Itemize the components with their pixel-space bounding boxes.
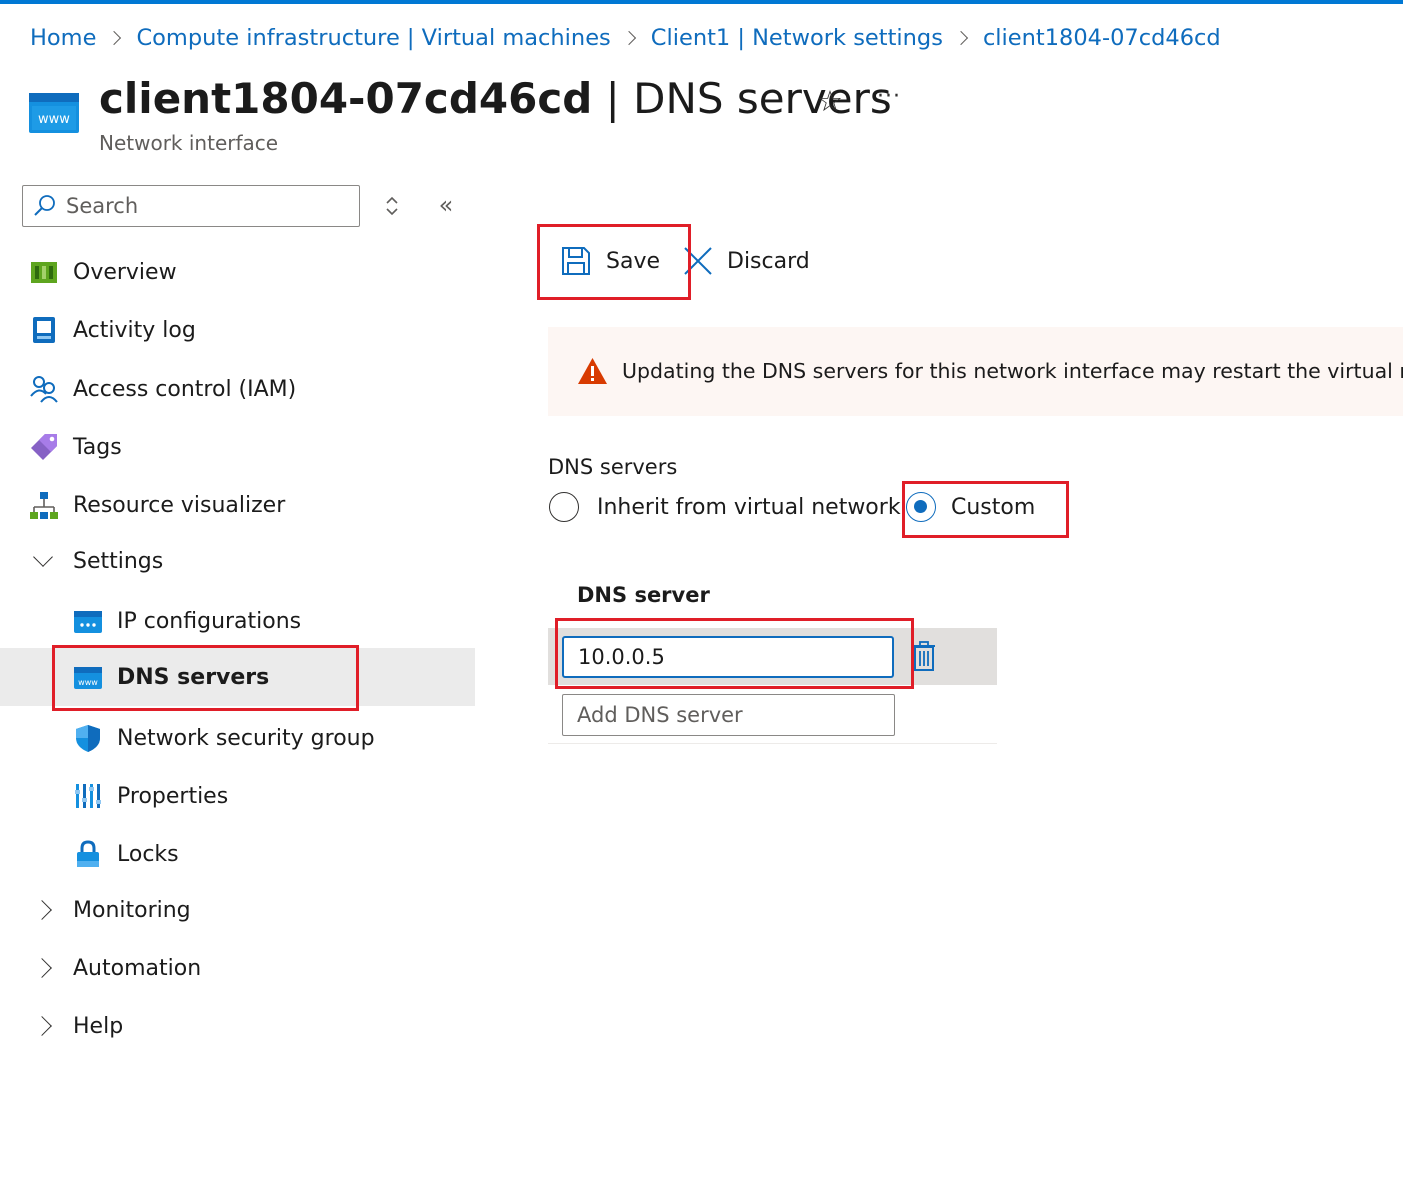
chevron-right-icon xyxy=(30,955,56,981)
sidebar-item-ip-configurations[interactable]: IP configurations xyxy=(0,593,475,649)
chevron-down-icon xyxy=(30,548,56,574)
resource-visualizer-icon xyxy=(30,492,58,519)
lock-icon xyxy=(77,840,99,867)
add-dns-server-input[interactable] xyxy=(562,694,895,736)
sidebar-group-settings[interactable]: Settings xyxy=(0,533,475,589)
breadcrumb: Home Compute infrastructure | Virtual ma… xyxy=(30,22,1221,54)
radio-custom[interactable]: Custom xyxy=(906,490,1035,524)
properties-icon xyxy=(75,784,101,808)
sidebar-item-properties[interactable]: Properties xyxy=(0,768,475,824)
sidebar-item-label: Access control (IAM) xyxy=(73,376,297,402)
discard-button[interactable]: Discard xyxy=(682,240,810,282)
sidebar-item-label: IP configurations xyxy=(117,608,302,634)
breadcrumb-home[interactable]: Home xyxy=(30,25,96,51)
sidebar-group-label: Help xyxy=(73,1013,124,1039)
sidebar-item-label: Tags xyxy=(73,434,122,460)
sidebar-item-tags[interactable]: Tags xyxy=(0,419,475,475)
sidebar-item-overview[interactable]: Overview xyxy=(0,244,475,300)
svg-text:www: www xyxy=(78,678,98,687)
activity-log-icon xyxy=(33,317,55,343)
sidebar-item-label: Overview xyxy=(73,259,177,285)
sidebar-item-resource-visualizer[interactable]: Resource visualizer xyxy=(0,477,475,533)
delete-icon[interactable] xyxy=(911,640,937,672)
sidebar-group-label: Automation xyxy=(73,955,202,981)
breadcrumb-virtual-machines[interactable]: Compute infrastructure | Virtual machine… xyxy=(136,25,610,51)
sidebar-group-monitoring[interactable]: Monitoring xyxy=(0,882,475,938)
chevron-right-icon xyxy=(30,897,56,923)
warning-icon xyxy=(578,358,607,384)
sidebar-group-help[interactable]: Help xyxy=(0,998,475,1054)
save-icon xyxy=(562,247,590,275)
breadcrumb-network-interface[interactable]: client1804-07cd46cd xyxy=(983,25,1221,51)
sidebar-item-iam[interactable]: Access control (IAM) xyxy=(0,361,475,417)
sidebar-item-label: Network security group xyxy=(117,725,375,751)
ip-config-icon xyxy=(74,611,102,633)
dns-icon: www xyxy=(29,93,79,133)
resource-type-subtitle: Network interface xyxy=(99,131,279,155)
warning-banner: Updating the DNS servers for this networ… xyxy=(548,327,1403,416)
sidebar-item-dns-servers[interactable]: www DNS servers xyxy=(0,648,475,706)
chevron-right-icon xyxy=(30,1013,56,1039)
breadcrumb-network-settings[interactable]: Client1 | Network settings xyxy=(651,25,943,51)
search-icon xyxy=(34,195,55,216)
sidebar-item-label: Properties xyxy=(117,783,229,809)
save-button[interactable]: Save xyxy=(560,240,660,282)
chevron-right-icon xyxy=(615,23,645,53)
sidebar-item-label: Activity log xyxy=(73,317,196,343)
top-accent-bar xyxy=(0,0,1403,4)
chevron-right-icon xyxy=(947,23,977,53)
dns-server-input[interactable] xyxy=(562,636,894,678)
sidebar-item-label: DNS servers xyxy=(117,664,270,690)
save-label: Save xyxy=(606,248,661,274)
radio-label: Custom xyxy=(951,494,1036,520)
sidebar-item-locks[interactable]: Locks xyxy=(0,826,475,882)
sidebar-item-network-security-group[interactable]: Network security group xyxy=(0,710,475,766)
page-title: client1804-07cd46cd | DNS servers xyxy=(99,74,892,123)
sidebar-item-label: Locks xyxy=(117,841,179,867)
tag-icon xyxy=(31,434,57,460)
sidebar-search[interactable] xyxy=(22,185,360,227)
shield-icon xyxy=(76,725,100,752)
radio-button-checked[interactable] xyxy=(906,492,936,522)
radio-inherit-from-vnet[interactable]: Inherit from virtual network xyxy=(549,490,901,524)
sort-icon[interactable] xyxy=(381,193,403,219)
discard-label: Discard xyxy=(727,248,810,274)
radio-label: Inherit from virtual network xyxy=(597,494,901,520)
sidebar-group-automation[interactable]: Automation xyxy=(0,940,475,996)
dns-servers-label: DNS servers xyxy=(548,455,678,479)
search-input[interactable] xyxy=(66,194,336,218)
collapse-sidebar-button[interactable]: « xyxy=(434,193,458,220)
favorite-star-icon[interactable]: ☆ xyxy=(815,84,845,118)
chevron-right-icon xyxy=(100,23,130,53)
sidebar-group-label: Monitoring xyxy=(73,897,191,923)
radio-button[interactable] xyxy=(549,492,579,522)
warning-text: Updating the DNS servers for this networ… xyxy=(622,359,1403,383)
sidebar-item-activity-log[interactable]: Activity log xyxy=(0,302,475,358)
sidebar-group-label: Settings xyxy=(73,548,164,574)
dns-icon: www xyxy=(74,667,102,689)
iam-icon xyxy=(30,376,58,403)
overview-icon xyxy=(31,262,57,283)
close-icon xyxy=(684,247,712,275)
dns-server-column-header: DNS server xyxy=(577,583,710,607)
sidebar-item-label: Resource visualizer xyxy=(73,492,286,518)
more-options-button[interactable]: ··· xyxy=(873,84,905,114)
svg-text:www: www xyxy=(38,112,70,127)
divider xyxy=(548,743,997,744)
